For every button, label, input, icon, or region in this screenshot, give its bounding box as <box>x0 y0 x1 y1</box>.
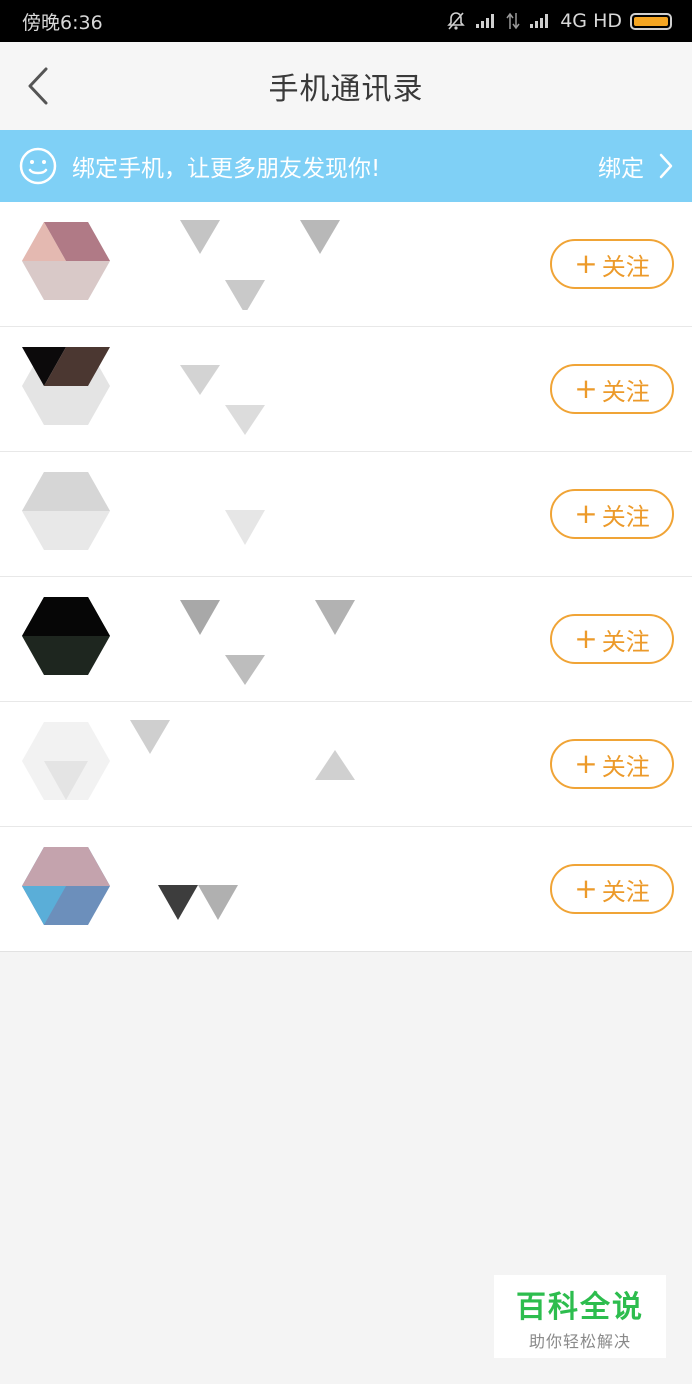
bind-message: 绑定手机，让更多朋友发现你! <box>72 156 381 182</box>
page-title: 手机通讯录 <box>268 72 424 107</box>
avatar <box>22 472 110 550</box>
follow-button[interactable]: + 关注 <box>550 489 674 539</box>
avatar <box>22 222 110 300</box>
bind-phone-banner[interactable]: 绑定手机，让更多朋友发现你! 绑定 <box>0 130 692 202</box>
data-transfer-icon <box>506 12 520 30</box>
follow-label: 关注 <box>601 377 650 406</box>
follow-button[interactable]: + 关注 <box>550 239 674 289</box>
contact-row: + 关注 <box>0 827 692 952</box>
follow-label: 关注 <box>601 627 650 656</box>
avatar <box>22 597 110 675</box>
nav-bar: 手机通讯录 <box>0 42 692 130</box>
plus-icon: + <box>574 622 598 655</box>
plus-icon: + <box>574 747 598 780</box>
watermark-title: 百科全说 <box>516 1289 644 1325</box>
signal-icon-2 <box>528 13 552 29</box>
smile-icon <box>19 147 57 185</box>
plus-icon: + <box>574 497 598 530</box>
plus-icon: + <box>574 247 598 280</box>
watermark-logo: 百科全说 助你轻松解决 <box>494 1275 666 1358</box>
follow-label: 关注 <box>601 752 650 781</box>
contact-row: + 关注 <box>0 327 692 452</box>
contact-list: + 关注 + 关注 + 关注 + 关注 + 关注 + 关注 <box>0 202 692 952</box>
status-icons: 4G HD <box>446 10 672 32</box>
watermark-subtitle: 助你轻松解决 <box>528 1331 631 1351</box>
mute-bell-icon <box>446 11 466 31</box>
follow-label: 关注 <box>601 252 650 281</box>
follow-label: 关注 <box>601 502 650 531</box>
follow-button[interactable]: + 关注 <box>550 614 674 664</box>
plus-icon: + <box>574 372 598 405</box>
follow-button[interactable]: + 关注 <box>550 864 674 914</box>
status-time: 傍晚6:36 <box>22 11 103 34</box>
chevron-left-icon <box>28 67 48 105</box>
signal-icon <box>474 13 498 29</box>
chevron-right-icon <box>659 153 673 179</box>
contact-name-blurred <box>180 220 340 310</box>
contact-name-blurred <box>180 600 355 685</box>
back-button[interactable] <box>18 64 58 108</box>
contact-row: + 关注 <box>0 702 692 827</box>
battery-icon <box>630 12 672 30</box>
status-bar: 傍晚6:36 4G HD <box>0 0 692 42</box>
plus-icon: + <box>574 872 598 905</box>
avatar <box>22 847 110 925</box>
contact-name-blurred <box>225 510 265 545</box>
network-type: 4G HD <box>560 10 622 32</box>
follow-button[interactable]: + 关注 <box>550 739 674 789</box>
follow-button[interactable]: + 关注 <box>550 364 674 414</box>
follow-label: 关注 <box>601 877 650 906</box>
contact-row: + 关注 <box>0 452 692 577</box>
avatar <box>22 722 110 800</box>
contact-name-blurred <box>158 885 238 920</box>
contact-name-blurred <box>130 720 355 780</box>
bind-action-label[interactable]: 绑定 <box>598 149 644 183</box>
contact-name-blurred <box>180 365 265 435</box>
avatar <box>22 347 110 425</box>
contact-row: + 关注 <box>0 202 692 327</box>
contact-row: + 关注 <box>0 577 692 702</box>
